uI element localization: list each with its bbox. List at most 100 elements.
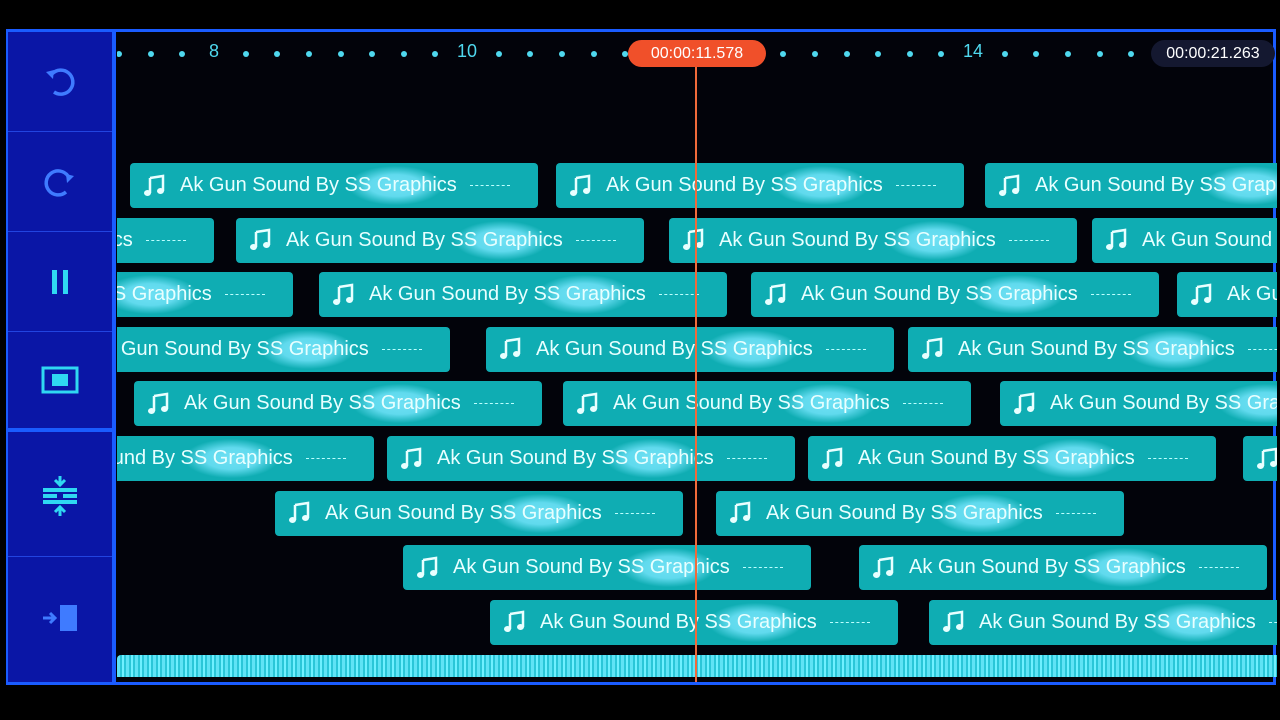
audio-clip[interactable]: Ak Gun Sound By SS Graphics [275, 490, 683, 536]
audio-clip[interactable]: Ak Gun Sound By SS Graphics [130, 163, 538, 208]
ruler-dot [179, 51, 186, 57]
sidebar [8, 32, 116, 682]
audio-clip[interactable]: Ak Gun Sound By SS Graphics [563, 381, 971, 427]
music-note-icon [1106, 228, 1127, 251]
music-note-icon [999, 174, 1020, 196]
audio-clip[interactable]: Ak Gun Sound By SS Graphics [117, 217, 214, 263]
clip-label: Ak Gun Sound By SS Graphics [325, 501, 602, 524]
music-note-icon [504, 610, 525, 633]
music-note-icon [250, 228, 271, 251]
audio-clip[interactable]: Ak Gun Sound By SS Graphics [859, 545, 1267, 591]
audio-clip[interactable]: Ak Gun Sound By SS Graphics [387, 436, 795, 481]
audio-clip[interactable]: Ak Gun Sound By SS Graphics [134, 381, 542, 427]
ruler-dot [274, 51, 281, 57]
playhead[interactable] [695, 66, 697, 682]
ruler-dot [400, 51, 407, 57]
ruler-dot [1064, 51, 1071, 57]
compress-tracks-button[interactable] [8, 436, 112, 557]
ruler-dot [1096, 51, 1103, 57]
clip-label: Ak Gun Sound By SS Graphics [858, 447, 1135, 469]
ruler-dot [337, 51, 344, 57]
clip-waveform-tail [1248, 348, 1277, 350]
audio-clip[interactable]: Ak Gun Sound By SS Graphics [751, 272, 1159, 318]
audio-clip[interactable]: Ak Gun Sound By SS Graphics [985, 163, 1277, 208]
clip-waveform-tail [659, 294, 699, 296]
audio-clip[interactable]: Ak Gun Sound By SS Graphics [486, 326, 894, 372]
audio-clip[interactable]: Ak Gun Sound By SS Graphics [716, 490, 1124, 536]
ruler-dot [1001, 51, 1008, 57]
clip-label: Ak Gun Sound By SS Graphics [613, 392, 890, 415]
ruler-dot [780, 51, 787, 57]
ruler-dot [590, 51, 597, 57]
clip-label: Ak Gun Sound By SS Graphics [180, 174, 457, 196]
music-note-icon [333, 283, 354, 305]
music-note-icon [577, 392, 598, 414]
music-note-icon [922, 337, 943, 360]
redo-button[interactable] [8, 132, 112, 232]
clip-waveform-tail [576, 239, 616, 241]
ruler-dot [495, 51, 502, 57]
ruler-dot [527, 51, 534, 57]
ruler-dot [147, 51, 154, 57]
main-audio-waveform[interactable] [117, 655, 1277, 677]
clip-label: Ak Gun Sound By SS Graphics [117, 447, 293, 469]
audio-clip[interactable]: Ak Gun Sound By SS Graphics [556, 163, 964, 208]
preview-button[interactable] [8, 332, 112, 432]
audio-clip[interactable]: Ak Gun Sound By SS Graphics [908, 326, 1277, 372]
audio-clip[interactable]: Ak Gun Sound By SS Graphics [669, 217, 1077, 263]
clip-label: Ak Gun Sound By SS Graphics [766, 501, 1043, 524]
clip-label: Ak Gun Sound By SS Graphics [437, 447, 714, 469]
audio-clip[interactable]: Ak Gun Sound By SS Graphics [929, 599, 1277, 645]
audio-clip[interactable]: Ak Gun Sound By SS Graphics [117, 436, 374, 481]
exit-icon [43, 604, 77, 631]
ruler-label: 14 [962, 41, 984, 61]
audio-clip[interactable]: Ak Gun Sound By SS Graphics [319, 272, 727, 318]
clip-waveform-tail [1056, 512, 1096, 514]
clip-label: Ak Gun Sound By SS Graphics [453, 556, 730, 579]
compress-icon [43, 476, 77, 516]
audio-clip[interactable]: Ak Gun Sound By SS Graphics [403, 545, 811, 591]
clip-label: Ak Gun Sound By SS Graphics [1035, 174, 1277, 196]
exit-timeline-button[interactable] [8, 557, 112, 678]
music-note-icon [148, 392, 169, 414]
audio-clip[interactable]: Ak Gun Sound By SS Graphics [117, 272, 293, 318]
ruler-label: 10 [456, 41, 478, 61]
clip-waveform-tail [896, 185, 936, 186]
ruler-dot [843, 51, 850, 57]
pause-icon [52, 269, 68, 294]
audio-clip[interactable]: Ak Gun Sound By SS Graphics [490, 599, 898, 645]
clip-waveform-tail [474, 403, 514, 405]
clip-waveform-tail [615, 512, 655, 514]
music-note-icon [822, 447, 843, 469]
pause-button[interactable] [8, 232, 112, 332]
music-note-icon [570, 174, 591, 196]
music-note-icon [1191, 283, 1212, 305]
clip-waveform-tail [1148, 458, 1188, 459]
undo-icon [46, 67, 75, 96]
audio-clip[interactable]: Ak Gun Sound By SS Graphics [1092, 217, 1277, 263]
ruler-dot [1033, 51, 1040, 57]
ruler-dot [875, 51, 882, 57]
clip-label: Ak Gun Sound By SS Graphics [909, 556, 1186, 579]
undo-button[interactable] [8, 32, 112, 132]
audio-clip[interactable]: Ak Gun Sound By SS Graphics [117, 326, 450, 372]
clip-label: Ak Gun Sound By SS Graphics [1142, 228, 1277, 251]
clip-waveform-tail [743, 567, 783, 569]
redo-icon [44, 168, 74, 197]
audio-clip[interactable]: Ak Gun Sound By SS Graphics [1000, 381, 1277, 427]
clip-waveform-tail [1269, 621, 1277, 623]
clip-label: Ak Gun Sound By SS Graphics [958, 337, 1235, 360]
clip-waveform-tail [306, 458, 346, 459]
clip-waveform-tail [146, 239, 186, 241]
audio-clip[interactable]: Ak Gun Sound By SS Graphics [236, 217, 644, 263]
clip-label: Ak Gun Sound By SS Graphics [286, 228, 563, 251]
clip-waveform-tail [382, 348, 422, 350]
clip-label: Ak Gun Sound By SS Graphics [719, 228, 996, 251]
audio-clip[interactable]: Ak Gun Sound By SS Graphics [1177, 272, 1277, 318]
music-note-icon [144, 174, 165, 196]
clip-waveform-tail [225, 294, 265, 296]
clip-label: Ak Gun Sound By SS Graphics [184, 392, 461, 415]
audio-clip[interactable]: Ak Gun Sound By SS Graphics [1243, 436, 1277, 481]
audio-clip[interactable]: Ak Gun Sound By SS Graphics [808, 436, 1216, 481]
timeline[interactable]: 8 10 14 00:00:21.263 Ak Gun Sound By SS Gr… [117, 32, 1277, 682]
